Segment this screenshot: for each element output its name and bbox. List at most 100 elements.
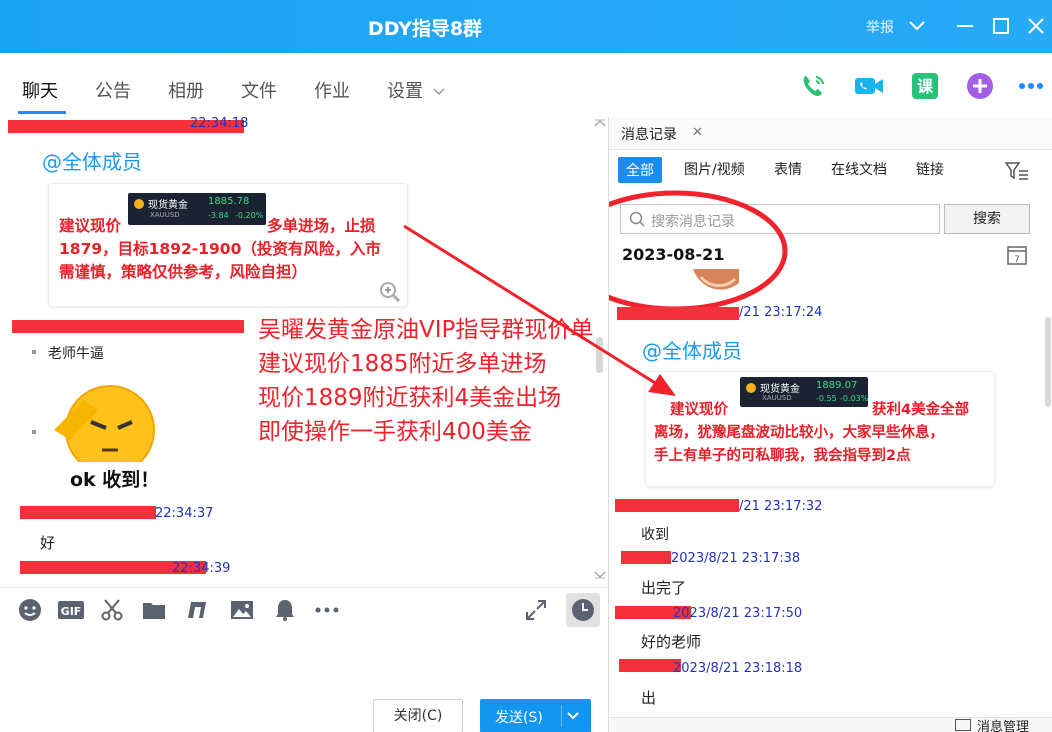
music-icon[interactable] bbox=[185, 598, 209, 622]
at-all-mention: @全体成员 bbox=[642, 339, 742, 363]
tab-settings-label: 设置 bbox=[387, 81, 423, 102]
history-message-text: 出完了 bbox=[641, 579, 687, 597]
send-button[interactable]: 发送(S) bbox=[480, 699, 591, 732]
overlay-annotation-line1: 吴曜发黄金原油VIP指导群现价单 bbox=[258, 317, 594, 343]
scroll-up-icon[interactable] bbox=[594, 119, 606, 129]
close-icon[interactable]: ✕ bbox=[692, 125, 703, 140]
history-scrollbar-thumb[interactable] bbox=[1045, 317, 1051, 407]
tab-album[interactable]: 相册 bbox=[168, 77, 204, 103]
history-message-text: 收到 bbox=[641, 527, 669, 543]
quote-price: 1885.78 bbox=[208, 196, 250, 207]
overlay-annotation-line4: 即使操作一手获利400美金 bbox=[258, 419, 532, 445]
scissors-icon[interactable] bbox=[100, 598, 124, 622]
more-icon[interactable] bbox=[1016, 71, 1046, 101]
send-split-divider bbox=[561, 705, 562, 727]
quote-pct: -0.03% bbox=[840, 394, 869, 403]
history-clock-icon[interactable] bbox=[566, 593, 600, 627]
svg-text:GIF: GIF bbox=[61, 605, 82, 618]
image-text-line3: 手上有单子的可私聊我，我会指导到2点 bbox=[654, 448, 911, 464]
filter-emoji[interactable]: 表情 bbox=[774, 159, 802, 179]
redacted-sender bbox=[20, 506, 156, 519]
tab-settings[interactable]: 设置 bbox=[387, 77, 445, 103]
chat-message-list[interactable]: 22:34:18 @全体成员 建议现价 现货黄金 XAUUSD 1885.78 … bbox=[0, 117, 608, 587]
active-tab-indicator bbox=[18, 111, 66, 114]
gold-coin-icon bbox=[746, 383, 756, 393]
emoji-icon[interactable] bbox=[18, 598, 42, 622]
report-link[interactable]: 举报 bbox=[866, 17, 894, 37]
window-title: DDY指导8群 bbox=[367, 18, 483, 40]
image-text-line1b: 多单进场，止损 bbox=[267, 217, 376, 235]
image-message[interactable]: 建议现价 现货黄金 XAUUSD 1885.78 -3.84 -0.20% 多单… bbox=[48, 183, 408, 307]
tab-announcement[interactable]: 公告 bbox=[95, 77, 131, 103]
message-timestamp: 22:34:39 bbox=[172, 561, 231, 576]
filter-media[interactable]: 图片/视频 bbox=[684, 159, 745, 179]
quote-pct: -0.20% bbox=[235, 211, 264, 220]
message-manage-label[interactable]: 消息管理 bbox=[977, 716, 1029, 732]
redacted-sender bbox=[619, 659, 681, 672]
phone-icon[interactable] bbox=[798, 71, 828, 101]
sticker-salute[interactable]: ok 收到！ bbox=[46, 370, 170, 493]
search-button[interactable]: 搜索 bbox=[944, 204, 1030, 234]
quote-change: -0.55 bbox=[816, 394, 837, 403]
course-icon[interactable]: 课 bbox=[910, 71, 940, 101]
scroll-down-icon[interactable] bbox=[594, 569, 606, 579]
message-text: 老师牛逼 bbox=[48, 346, 104, 362]
gold-quote-widget: 现货黄金 XAUUSD 1885.78 -3.84 -0.20% bbox=[128, 193, 266, 225]
image-icon[interactable] bbox=[230, 598, 254, 622]
maximize-icon[interactable] bbox=[988, 13, 1014, 39]
close-button[interactable]: 关闭(C) bbox=[373, 699, 463, 732]
history-timestamp: /21 23:17:32 bbox=[739, 499, 823, 514]
image-message[interactable]: 建议现价 现货黄金 XAUUSD 1889.07 -0.55 -0.03% 获利… bbox=[645, 371, 995, 487]
add-app-icon[interactable] bbox=[965, 71, 995, 101]
tab-homework[interactable]: 作业 bbox=[314, 77, 350, 103]
calendar-icon[interactable]: 7 bbox=[1006, 244, 1028, 266]
folder-icon[interactable] bbox=[142, 598, 166, 622]
chevron-down-icon[interactable] bbox=[904, 13, 930, 39]
bell-icon[interactable] bbox=[273, 598, 297, 622]
history-timestamp: 2023/8/21 23:18:18 bbox=[673, 661, 803, 676]
list-bullet bbox=[32, 350, 36, 354]
red-circle-annotation bbox=[609, 190, 788, 312]
expand-icon[interactable] bbox=[524, 598, 548, 622]
filter-icon[interactable] bbox=[1005, 161, 1029, 181]
input-toolbar: GIF bbox=[0, 587, 608, 631]
chat-scrollbar-thumb[interactable] bbox=[596, 337, 603, 373]
history-tab-label[interactable]: 消息记录 bbox=[621, 124, 677, 144]
history-timestamp: /21 23:17:24 bbox=[739, 305, 823, 320]
minimize-icon[interactable] bbox=[952, 13, 978, 39]
more-dots-icon[interactable] bbox=[313, 598, 341, 622]
history-panel-header: 消息记录 ✕ bbox=[609, 117, 1052, 150]
list-bullet bbox=[32, 430, 36, 434]
video-call-icon[interactable] bbox=[853, 71, 883, 101]
tab-files[interactable]: 文件 bbox=[241, 77, 277, 103]
gif-icon[interactable]: GIF bbox=[57, 598, 85, 622]
history-message-text: 出 bbox=[641, 689, 657, 707]
filter-all[interactable]: 全部 bbox=[618, 157, 662, 183]
image-text-line3: 需谨慎，策略仅供参考，风险自担） bbox=[59, 263, 308, 281]
filter-links[interactable]: 链接 bbox=[916, 159, 944, 179]
tab-bar: 聊天 公告 相册 文件 作业 设置 课 bbox=[0, 53, 1052, 117]
close-icon[interactable] bbox=[1023, 13, 1049, 39]
tab-chat[interactable]: 聊天 bbox=[22, 77, 58, 103]
chevron-down-icon[interactable] bbox=[566, 710, 580, 722]
redacted-sender bbox=[12, 320, 244, 333]
filter-docs[interactable]: 在线文档 bbox=[831, 159, 887, 179]
overlay-annotation-line2: 建议现价1885附近多单进场 bbox=[258, 351, 547, 377]
svg-text:7: 7 bbox=[1014, 255, 1020, 265]
history-message-text: 好的老师 bbox=[641, 633, 702, 651]
message-history-panel: 消息记录 ✕ 全部 图片/视频 表情 在线文档 链接 搜索消息记录 搜索 202… bbox=[609, 117, 1052, 732]
redacted-sender bbox=[621, 551, 671, 564]
at-all-mention: @全体成员 bbox=[42, 150, 142, 174]
send-button-label: 发送(S) bbox=[495, 710, 543, 726]
image-text-line2: 离场，犹豫尾盘波动比较小，大家早些休息， bbox=[654, 425, 944, 441]
zoom-in-icon[interactable] bbox=[379, 281, 401, 303]
image-text-line2: 1879，目标1892-1900（投资有风险，入市 bbox=[59, 240, 381, 258]
gold-quote-widget: 现货黄金 XAUUSD 1889.07 -0.55 -0.03% bbox=[740, 377, 868, 407]
message-timestamp: 22:34:37 bbox=[155, 506, 214, 521]
message-manage-icon[interactable] bbox=[955, 719, 971, 731]
redacted-sender bbox=[617, 307, 739, 320]
image-text-line1b: 获利4美金全部 bbox=[872, 402, 970, 418]
quote-name: 现货黄金 bbox=[148, 200, 188, 211]
sticker-caption: ok 收到！ bbox=[70, 469, 160, 491]
svg-text:课: 课 bbox=[917, 77, 934, 96]
